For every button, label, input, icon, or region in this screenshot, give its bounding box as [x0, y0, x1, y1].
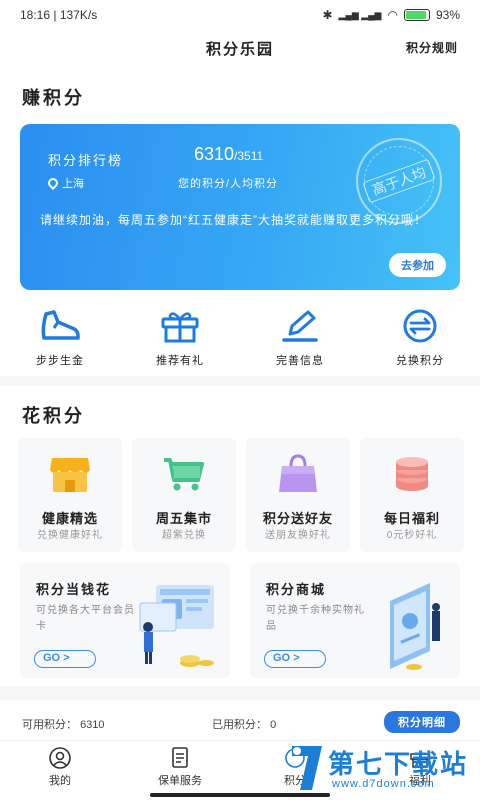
score-value: 6310/3511: [194, 144, 264, 164]
document-icon: [172, 747, 188, 768]
tab-policy-service[interactable]: 保单服务: [135, 747, 225, 788]
go-button[interactable]: GO >: [34, 650, 96, 668]
used-points: 已用积分： 0: [212, 719, 277, 731]
go-button[interactable]: GO >: [264, 650, 326, 668]
cart-icon: [164, 458, 204, 491]
rules-link[interactable]: 积分规则: [406, 39, 458, 56]
spend-section-title: 花积分: [22, 406, 85, 426]
status-time: 18:16: [20, 8, 51, 22]
quick-action-steps[interactable]: 步步生金: [0, 308, 120, 368]
quick-action-exchange[interactable]: 兑换积分: [360, 308, 480, 368]
card-subtitle: 超紫兑换: [162, 530, 206, 541]
location-pin-icon: [45, 175, 61, 191]
card-subtitle: 送朋友换好礼: [265, 530, 331, 541]
card-health-select[interactable]: 健康精选 兑换健康好礼: [18, 438, 122, 552]
watermark-brand: 第七下载站: [328, 749, 469, 779]
status-left: 18:16 | 137K/s: [20, 8, 98, 22]
earn-section-title: 赚积分: [22, 88, 85, 108]
card-title: 健康精选: [41, 511, 98, 526]
site-watermark: 第七下载站 www.d7down.com: [288, 742, 480, 800]
status-right: ✱ ▂▄▆ ▂▄▆ ◠ 93%: [322, 8, 460, 22]
card-title: 每日福利: [383, 511, 440, 526]
quick-action-profile[interactable]: 完善信息: [240, 308, 360, 368]
bluetooth-icon: ✱: [322, 8, 333, 22]
person-icon: [49, 747, 71, 769]
card-friday-market[interactable]: 周五集市 超紫兑换: [132, 438, 236, 552]
shop-icon: [50, 458, 90, 492]
shoe-icon: [41, 310, 80, 340]
card-subtitle: 0元秒好礼: [386, 530, 438, 541]
edit-icon: [282, 310, 318, 342]
payment-illustration-icon: [139, 585, 214, 667]
tab-mine[interactable]: 我的: [15, 747, 105, 788]
watermark-logo-icon: [292, 746, 322, 790]
watermark-url: www.d7down.com: [332, 778, 435, 790]
big-card-title: 积分商城: [266, 582, 327, 597]
quick-action-label: 完善信息: [276, 355, 324, 367]
tab-label: 保单服务: [158, 775, 202, 787]
wifi-icon: ◠: [387, 8, 398, 22]
gift-icon: [161, 312, 199, 343]
ranking-banner[interactable]: 高于人均 积分排行榜 6310/3511 上海 您的积分/人均积分 请继续加油，…: [20, 124, 460, 290]
big-card-title: 积分当钱花: [36, 582, 112, 597]
big-card-subtitle: 可兑换千余种实物礼品: [266, 605, 365, 632]
card-subtitle: 兑换健康好礼: [37, 530, 103, 541]
top-bar: 积分乐园 积分规则: [0, 30, 480, 64]
section-divider: [0, 686, 480, 700]
bag-icon: [279, 454, 317, 492]
points-detail-button[interactable]: 积分明细: [384, 711, 460, 733]
banner-message: 请继续加油，每周五参加“红五健康走”大抽奖就能赚取更多积分哦！: [40, 213, 427, 227]
available-points: 可用积分： 6310: [22, 719, 105, 731]
card-points-mall[interactable]: 积分商城 可兑换千余种实物礼品 GO >: [250, 563, 460, 678]
card-daily-welfare[interactable]: 每日福利 0元秒好礼: [360, 438, 464, 552]
quick-action-label: 推荐有礼: [156, 355, 204, 367]
join-button[interactable]: 去参加: [389, 253, 446, 277]
section-divider: [0, 376, 480, 386]
score-description: 您的积分/人均积分: [178, 178, 279, 190]
quick-action-label: 兑换积分: [396, 355, 444, 367]
quick-action-label: 步步生金: [36, 355, 84, 367]
tab-label: 我的: [49, 775, 71, 787]
big-card-subtitle: 可兑换各大平台会员卡: [36, 605, 135, 632]
points-summary-bar: 可用积分： 6310 已用积分： 0 积分明细: [0, 706, 480, 738]
mall-illustration-icon: [390, 583, 440, 670]
home-indicator[interactable]: [150, 793, 330, 797]
battery-level: 93%: [435, 8, 460, 22]
rank-label: 积分排行榜: [48, 153, 124, 168]
signal-icon: ▂▄▆ ▂▄▆: [338, 9, 382, 20]
exchange-icon: [403, 309, 437, 343]
battery-icon: [403, 9, 430, 21]
coins-icon: [396, 457, 428, 491]
card-send-friend[interactable]: 积分送好友 送朋友换好礼: [246, 438, 350, 552]
card-title: 周五集市: [155, 511, 212, 526]
status-bar: 18:16 | 137K/s ✱ ▂▄▆ ▂▄▆ ◠ 93%: [0, 0, 480, 30]
location: 上海: [45, 175, 84, 191]
quick-action-referral[interactable]: 推荐有礼: [120, 308, 240, 368]
status-speed: 137K/s: [59, 8, 98, 22]
card-points-as-money[interactable]: 积分当钱花 可兑换各大平台会员卡 GO >: [20, 563, 230, 678]
card-title: 积分送好友: [262, 511, 333, 526]
